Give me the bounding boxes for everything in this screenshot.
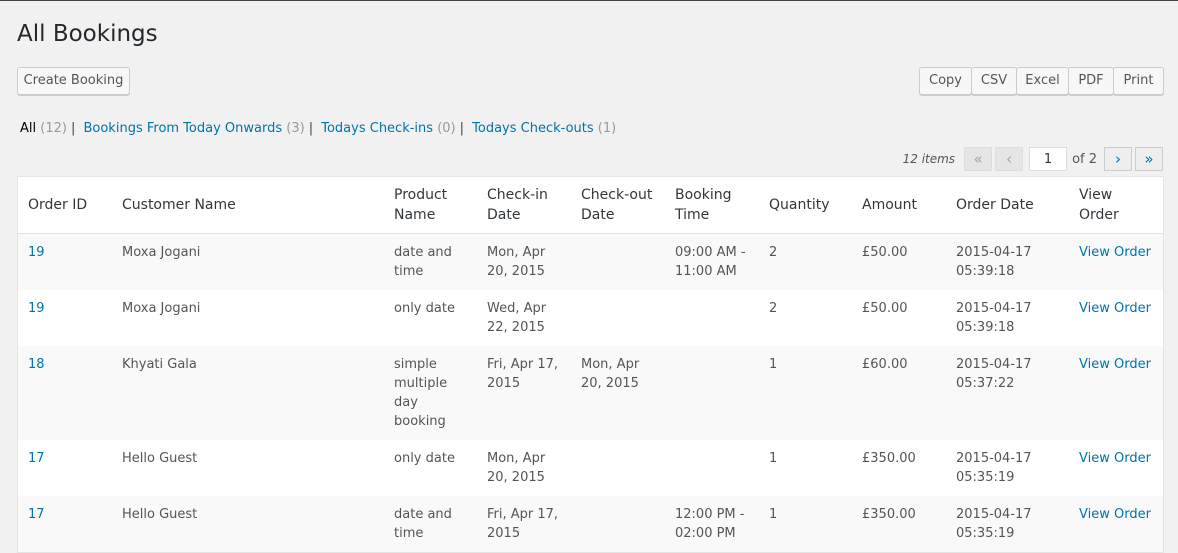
order-id-link[interactable]: 17	[28, 507, 45, 522]
table-row: 18 Khyati Gala simple multiple day booki…	[17, 346, 1164, 440]
quantity-cell: 2	[769, 245, 778, 260]
order-id-link[interactable]: 19	[28, 301, 45, 316]
booking-time-cell	[665, 290, 759, 346]
checkout-date-cell	[571, 496, 665, 553]
checkin-date-cell: Wed, Apr 22, 2015	[487, 301, 547, 335]
booking-time-cell	[665, 346, 759, 440]
col-amount[interactable]: Amount	[852, 176, 946, 234]
quantity-cell: 1	[769, 507, 778, 522]
col-checkin-date[interactable]: Check-in Date	[477, 176, 571, 234]
table-row: 19 Moxa Jogani date and time Mon, Apr 20…	[17, 233, 1164, 291]
copy-button[interactable]: Copy	[919, 67, 972, 95]
col-view-order[interactable]: View Order	[1069, 176, 1164, 234]
filter-todays-checkins[interactable]: Todays Check-ins	[321, 121, 433, 136]
booking-time-cell: 09:00 AM - 11:00 AM	[675, 245, 746, 279]
customer-name-cell: Khyati Gala	[122, 357, 197, 372]
filter-all-count: (12)	[40, 121, 67, 136]
col-product-name[interactable]: Product Name	[384, 176, 477, 234]
checkin-date-cell: Fri, Apr 17, 2015	[487, 357, 559, 391]
pagination: 12 items « ‹ of 2 › »	[903, 146, 1163, 172]
col-quantity[interactable]: Quantity	[759, 176, 852, 234]
col-customer-name[interactable]: Customer Name	[112, 176, 384, 234]
quantity-cell: 1	[769, 357, 778, 372]
checkin-date-cell: Mon, Apr 20, 2015	[487, 451, 546, 485]
product-name-cell: only date	[394, 451, 455, 466]
product-name-cell: only date	[394, 301, 455, 316]
table-header-row: Order ID Customer Name Product Name Chec…	[17, 176, 1164, 234]
order-id-link[interactable]: 18	[28, 357, 45, 372]
view-order-link[interactable]: View Order	[1079, 451, 1151, 466]
checkout-date-cell	[571, 290, 665, 346]
customer-name-cell: Moxa Jogani	[122, 245, 201, 260]
col-booking-time[interactable]: Booking Time	[665, 176, 759, 234]
export-buttons: Copy CSV Excel PDF Print	[919, 67, 1164, 95]
customer-name-cell: Hello Guest	[122, 507, 198, 522]
view-order-link[interactable]: View Order	[1079, 301, 1151, 316]
print-button[interactable]: Print	[1113, 67, 1164, 95]
table-row: 17 Hello Guest only date Mon, Apr 20, 20…	[18, 440, 1164, 496]
table-row: 17 Hello Guest date and time Fri, Apr 17…	[17, 496, 1164, 553]
filter-todays-checkouts-count: (1)	[597, 121, 617, 136]
view-order-link[interactable]: View Order	[1079, 507, 1151, 522]
total-pages: of 2	[1072, 151, 1097, 167]
filter-separator: |	[70, 121, 76, 136]
filter-all[interactable]: All	[20, 121, 36, 136]
filter-todays-checkouts[interactable]: Todays Check-outs	[472, 121, 594, 136]
view-order-link[interactable]: View Order	[1079, 245, 1151, 260]
order-date-cell: 2015-04-17 05:35:19	[956, 507, 1032, 541]
checkin-date-cell: Fri, Apr 17, 2015	[487, 507, 559, 541]
create-booking-button[interactable]: Create Booking	[17, 67, 130, 95]
checkout-date-cell: Mon, Apr 20, 2015	[581, 357, 640, 391]
csv-button[interactable]: CSV	[971, 67, 1017, 95]
filter-separator: |	[459, 121, 464, 136]
order-id-link[interactable]: 17	[28, 451, 45, 466]
col-checkout-date[interactable]: Check-out Date	[571, 176, 665, 234]
excel-button[interactable]: Excel	[1016, 67, 1069, 95]
checkout-date-cell	[571, 440, 665, 496]
pdf-button[interactable]: PDF	[1068, 67, 1114, 95]
filter-today-onwards-count: (3)	[286, 121, 305, 136]
quantity-cell: 1	[769, 451, 778, 466]
customer-name-cell: Hello Guest	[122, 451, 198, 466]
prev-page-icon: ‹	[995, 147, 1024, 171]
filter-today-onwards[interactable]: Bookings From Today Onwards	[83, 121, 282, 136]
booking-time-cell	[665, 440, 759, 496]
product-name-cell: date and time	[394, 507, 452, 541]
amount-cell: £60.00	[862, 357, 908, 372]
bookings-table: Order ID Customer Name Product Name Chec…	[17, 176, 1164, 553]
amount-cell: £50.00	[862, 301, 908, 316]
amount-cell: £350.00	[862, 507, 916, 522]
table-row: 19 Moxa Jogani only date Wed, Apr 22, 20…	[18, 290, 1164, 346]
quantity-cell: 2	[769, 301, 778, 316]
order-date-cell: 2015-04-17 05:35:19	[956, 451, 1032, 485]
booking-filters: All (12) | Bookings From Today Onwards (3…	[20, 121, 616, 136]
last-page-button[interactable]: »	[1135, 147, 1163, 171]
col-order-date[interactable]: Order Date	[946, 176, 1069, 234]
col-order-id[interactable]: Order ID	[17, 176, 112, 234]
view-order-link[interactable]: View Order	[1079, 357, 1151, 372]
order-date-cell: 2015-04-17 05:39:18	[956, 245, 1032, 279]
filter-separator: |	[308, 121, 314, 136]
current-page-input[interactable]	[1029, 147, 1068, 171]
product-name-cell: simple multiple day booking	[394, 357, 448, 429]
filter-todays-checkins-count: (0)	[437, 121, 456, 136]
product-name-cell: date and time	[394, 245, 452, 279]
order-id-link[interactable]: 19	[28, 245, 45, 260]
checkout-date-cell	[571, 234, 665, 291]
customer-name-cell: Moxa Jogani	[122, 301, 201, 316]
items-count: 12 items	[902, 152, 956, 166]
next-page-button[interactable]: ›	[1104, 147, 1132, 171]
order-date-cell: 2015-04-17 05:37:22	[956, 357, 1032, 391]
amount-cell: £350.00	[862, 451, 916, 466]
booking-time-cell: 12:00 PM - 02:00 PM	[675, 507, 745, 541]
amount-cell: £50.00	[862, 245, 908, 260]
order-date-cell: 2015-04-17 05:39:18	[956, 301, 1032, 335]
checkin-date-cell: Mon, Apr 20, 2015	[487, 245, 546, 279]
first-page-icon: «	[964, 147, 993, 171]
page-title: All Bookings	[17, 21, 158, 47]
